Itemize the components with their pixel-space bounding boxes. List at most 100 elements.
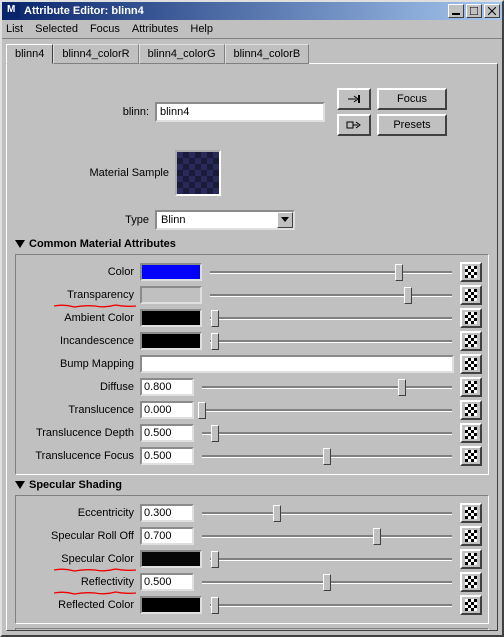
value-input[interactable] (140, 401, 194, 419)
checker-icon (465, 576, 477, 588)
slider[interactable] (202, 432, 452, 435)
checker-icon (465, 553, 477, 565)
attr-label: Ambient Color (22, 312, 140, 324)
map-button[interactable] (460, 377, 482, 397)
map-button[interactable] (460, 446, 482, 466)
close-button[interactable] (484, 4, 500, 18)
menu-help[interactable]: Help (190, 23, 213, 35)
titlebar: Attribute Editor: blinn4 (2, 2, 502, 20)
color-swatch[interactable] (140, 550, 202, 568)
color-swatch[interactable] (140, 286, 202, 304)
checker-icon (465, 289, 477, 301)
type-dropdown[interactable]: Blinn (155, 210, 295, 230)
attr-label: Specular Color (22, 553, 140, 565)
map-button[interactable] (460, 285, 482, 305)
slider[interactable] (202, 409, 452, 412)
maximize-button[interactable] (466, 4, 482, 18)
map-button[interactable] (460, 262, 482, 282)
map-button[interactable] (460, 549, 482, 569)
attr-label: Translucence (22, 404, 140, 416)
tab-strip: blinn4 blinn4_colorR blinn4_colorG blinn… (6, 43, 498, 63)
map-button[interactable] (460, 572, 482, 592)
map-button[interactable] (460, 503, 482, 523)
main-panel: blinn: Focus Presets Mat (6, 63, 498, 631)
menu-list[interactable]: List (6, 23, 23, 35)
window-title: Attribute Editor: blinn4 (24, 5, 144, 17)
checker-icon (465, 599, 477, 611)
attr-label: Translucence Focus (22, 450, 140, 462)
value-input[interactable] (140, 378, 194, 396)
color-swatch[interactable] (140, 332, 202, 350)
checker-icon (465, 507, 477, 519)
menu-selected[interactable]: Selected (35, 23, 78, 35)
menu-attributes[interactable]: Attributes (132, 23, 178, 35)
disclosure-triangle-icon (15, 240, 25, 248)
checker-icon (465, 312, 477, 324)
slider[interactable] (202, 581, 452, 584)
slider[interactable] (210, 340, 452, 343)
section-title: Common Material Attributes (29, 238, 176, 250)
map-button[interactable] (460, 423, 482, 443)
material-sample-swatch[interactable] (175, 150, 221, 196)
focus-button[interactable]: Focus (377, 88, 447, 110)
section-specular-shading-header[interactable]: Specular Shading (15, 479, 489, 491)
checker-icon (465, 266, 477, 278)
checker-icon (465, 335, 477, 347)
type-label: Type (15, 214, 155, 226)
checker-icon (465, 358, 477, 370)
section-title: Specular Shading (29, 479, 122, 491)
map-button[interactable] (460, 308, 482, 328)
color-swatch[interactable] (140, 263, 202, 281)
attr-label: Diffuse (22, 381, 140, 393)
menu-focus[interactable]: Focus (90, 23, 120, 35)
section-common-material-attributes-header[interactable]: Common Material Attributes (15, 238, 489, 250)
checker-icon (465, 530, 477, 542)
map-button[interactable] (460, 526, 482, 546)
attr-label: Incandescence (22, 335, 140, 347)
slider[interactable] (202, 512, 452, 515)
map-button[interactable] (460, 354, 482, 374)
tab-blinn4-colorr[interactable]: blinn4_colorR (53, 44, 138, 64)
slider[interactable] (202, 535, 452, 538)
tab-blinn4-colorb[interactable]: blinn4_colorB (225, 44, 310, 64)
slider[interactable] (210, 558, 452, 561)
disclosure-triangle-icon (15, 481, 25, 489)
app-icon (4, 3, 20, 19)
slider[interactable] (210, 604, 452, 607)
slider[interactable] (210, 294, 452, 297)
value-input[interactable] (140, 527, 194, 545)
minimize-button[interactable] (448, 4, 464, 18)
value-input[interactable] (140, 447, 194, 465)
section-specular-shading-body: EccentricitySpecular Roll OffSpecular Co… (15, 495, 489, 624)
presets-button[interactable]: Presets (377, 114, 447, 136)
color-swatch[interactable] (140, 309, 202, 327)
value-input[interactable] (140, 573, 194, 591)
attr-label: Transparency (22, 289, 140, 301)
load-selection-button[interactable] (337, 88, 371, 110)
node-type-label: blinn: (15, 106, 155, 118)
bump-mapping-field[interactable] (140, 355, 454, 373)
attr-label: Color (22, 266, 140, 278)
value-input[interactable] (140, 504, 194, 522)
map-button[interactable] (460, 331, 482, 351)
value-input[interactable] (140, 424, 194, 442)
checker-icon (465, 381, 477, 393)
map-button[interactable] (460, 595, 482, 615)
section-common-material-attributes-body: Color Transparency Ambient Color Incandesce… (15, 254, 489, 475)
attr-label: Reflected Color (22, 599, 140, 611)
slider[interactable] (202, 386, 452, 389)
show-upstream-button[interactable] (337, 114, 371, 136)
slider[interactable] (210, 317, 452, 320)
checker-icon (465, 450, 477, 462)
slider[interactable] (202, 455, 452, 458)
attr-label: Eccentricity (22, 507, 140, 519)
chevron-down-icon (277, 212, 293, 228)
slider[interactable] (210, 271, 452, 274)
tab-blinn4[interactable]: blinn4 (6, 44, 53, 64)
section-special-effects-header[interactable]: Special Effects (15, 628, 489, 631)
color-swatch[interactable] (140, 596, 202, 614)
node-name-input[interactable] (155, 102, 325, 122)
attr-label: Bump Mapping (22, 358, 140, 370)
tab-blinn4-colorg[interactable]: blinn4_colorG (139, 44, 225, 64)
map-button[interactable] (460, 400, 482, 420)
